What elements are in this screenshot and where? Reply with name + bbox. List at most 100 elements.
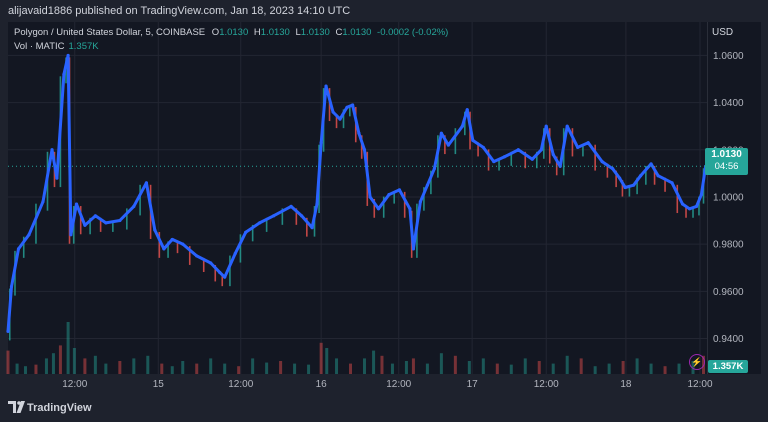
price-point [623,185,627,190]
volume-bar [209,358,213,374]
price-point [299,214,304,218]
volume-bar [380,355,384,374]
tradingview-brand[interactable]: TradingView [27,402,92,414]
volume-bar [565,355,569,374]
price-point [153,228,157,232]
price-point [502,155,506,159]
price-point [481,145,485,150]
x-tick-label: 16 [316,379,328,390]
close-value: 1.0130 [342,27,372,38]
volume-bar [621,361,625,374]
price-point [118,218,122,223]
price-point [162,247,166,251]
volume-bar [237,366,241,374]
x-tick-label: 15 [153,379,165,390]
x-tick-label: 12:00 [687,379,712,390]
currency-label: USD [712,27,734,38]
change-value: -0.0002 (-0.02%) [377,27,449,38]
price-point [272,214,276,218]
volume-bar [72,348,76,374]
volume-bar [6,350,10,374]
symbol-legend[interactable]: Polygon / United States Dollar, 5, COINB… [14,27,451,38]
price-point [93,214,97,218]
price-point [539,148,543,152]
footer-bar [0,396,768,422]
price-point [618,176,622,180]
chart-window: alijavaid1886 published on TradingView.c… [0,0,768,422]
price-point [460,124,464,128]
price-point [289,204,293,208]
volume-bar [551,363,555,374]
volume-legend[interactable]: Vol · MATIC 1.357K [14,41,99,52]
price-point [656,174,660,178]
price-point [331,110,335,114]
x-tick-label: 18 [620,379,632,390]
y-tick-label: 0.9600 [713,287,744,298]
price-point [83,223,87,227]
volume-bar [93,355,97,374]
price-point [611,167,615,171]
price-point [530,157,534,161]
volume-label: Vol · MATIC [14,41,65,52]
y-tick-label: 0.9800 [713,240,744,251]
price-point [694,204,699,208]
price-line [6,53,708,332]
price-point [9,284,14,289]
high-label: H [253,27,261,38]
volume-bar [160,363,164,374]
price-point [565,124,569,128]
volume-bar [523,358,527,374]
symbol-name: Polygon / United States Dollar, 5, COINB… [14,27,206,38]
y-tick-label: 1.0600 [713,51,744,62]
volume-bar [579,358,583,374]
price-point [351,103,355,107]
price-point [104,221,108,225]
price-point [338,117,342,121]
volume-bar [293,363,297,374]
price-point [170,237,174,242]
price-point [209,261,213,265]
volume-bar [677,363,681,374]
volume-bar [390,363,394,374]
volume-bar [453,355,457,374]
price-point [62,72,66,76]
volume-bar [335,358,339,374]
y-tick-label: 1.0000 [713,192,744,203]
x-tick-label: 12:00 [386,379,411,390]
price-point [223,275,227,279]
volume-bar [132,358,136,374]
volume-bar [372,350,376,374]
price-point [544,124,548,128]
volume-bar [663,366,667,374]
price-point [6,329,10,334]
price-point [144,181,149,185]
price-point [357,131,361,135]
volume-bar [223,363,227,374]
price-point [345,105,349,109]
lightning-icon[interactable]: ⚡ [689,354,705,370]
tradingview-logo-icon[interactable] [8,401,28,413]
volume-bar [15,363,19,374]
price-chart[interactable]: 1.06001.04001.02001.00000.98000.96000.94… [0,0,768,422]
price-point [446,143,450,147]
price-point [465,108,469,112]
price-point [69,233,73,237]
price-point [218,270,222,275]
volume-bar [325,348,329,374]
price-point [244,230,248,234]
price-point [16,247,21,251]
volume-bar [34,364,38,374]
price-point [324,84,328,88]
volume-bar [319,342,323,374]
volume-bar [23,366,27,374]
volume-bar [181,361,185,374]
price-point [418,200,423,204]
last-price-tag: 1.0130 04:56 [705,148,748,175]
volume-bar [649,363,653,374]
price-point [680,202,685,206]
volume-bar [607,363,611,374]
open-value: 1.0130 [219,27,249,38]
price-point [699,193,704,197]
price-point [516,148,520,152]
price-point [376,207,381,211]
